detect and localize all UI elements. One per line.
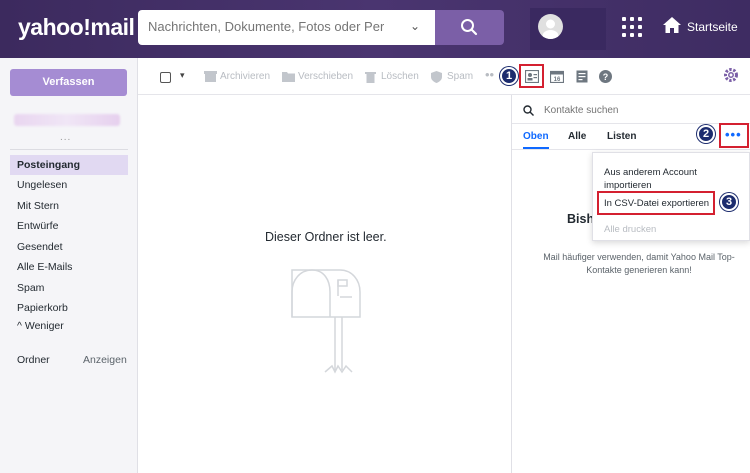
search-button[interactable] bbox=[435, 10, 504, 45]
compose-button[interactable]: Verfassen bbox=[10, 69, 127, 96]
folder-inbox[interactable]: Posteingang bbox=[10, 155, 128, 175]
message-toolbar: ▾ Archivieren Verschieben Löschen Spam •… bbox=[138, 58, 750, 95]
svg-text:16: 16 bbox=[554, 77, 561, 83]
empty-folder-message: Dieser Ordner ist leer. bbox=[265, 230, 387, 244]
home-link[interactable]: Startseite bbox=[687, 20, 738, 34]
tab-all[interactable]: Alle bbox=[568, 131, 586, 142]
contacts-empty-info: Mail häufiger verwenden, damit Yahoo Mai… bbox=[543, 252, 735, 275]
calendar-icon[interactable]: 16 bbox=[550, 70, 564, 83]
search-icon bbox=[461, 19, 478, 36]
gear-icon[interactable] bbox=[723, 67, 739, 83]
mailbox-illustration-icon bbox=[291, 269, 361, 374]
search-input[interactable] bbox=[148, 19, 384, 34]
folder-drafts[interactable]: Entwürfe bbox=[10, 216, 128, 236]
folder-sent[interactable]: Gesendet bbox=[10, 237, 128, 257]
menu-item-import[interactable]: Aus anderem Account importieren bbox=[604, 166, 734, 192]
help-icon[interactable]: ? bbox=[599, 70, 612, 83]
archive-icon bbox=[204, 71, 217, 82]
folder-unread[interactable]: Ungelesen bbox=[10, 175, 128, 195]
highlight-box-export bbox=[597, 191, 715, 215]
folders-show-link[interactable]: Anzeigen bbox=[83, 354, 127, 366]
account-more-dots[interactable]: ... bbox=[60, 132, 71, 143]
folders-heading: Ordner bbox=[17, 354, 50, 366]
profile-area[interactable] bbox=[530, 8, 606, 50]
show-less-toggle[interactable]: ^ Weniger bbox=[17, 320, 64, 332]
divider bbox=[512, 123, 750, 124]
notepad-icon[interactable] bbox=[576, 70, 588, 83]
step-badge-2: 2 bbox=[697, 125, 715, 143]
menu-item-print-all: Alle drucken bbox=[604, 224, 657, 235]
chevron-down-icon[interactable]: ⌄ bbox=[410, 19, 420, 33]
folder-starred[interactable]: Mit Stern bbox=[10, 196, 128, 216]
divider bbox=[512, 149, 750, 150]
yahoo-mail-logo[interactable]: yahoo!mail bbox=[18, 14, 135, 41]
search-icon bbox=[523, 105, 534, 116]
apps-grid-icon[interactable] bbox=[622, 17, 642, 37]
account-name-blurred[interactable] bbox=[14, 114, 120, 126]
select-all-checkbox[interactable] bbox=[160, 72, 171, 83]
folder-sidebar: Verfassen ... Posteingang Ungelesen Mit … bbox=[0, 58, 138, 473]
highlight-box-more bbox=[719, 123, 749, 148]
folder-all-mail[interactable]: Alle E-Mails bbox=[10, 257, 128, 277]
divider bbox=[10, 149, 128, 150]
avatar[interactable] bbox=[538, 14, 563, 39]
step-badge-3: 3 bbox=[720, 193, 738, 211]
home-icon[interactable] bbox=[662, 15, 682, 35]
more-actions-icon[interactable]: •• bbox=[485, 67, 494, 82]
step-badge-1: 1 bbox=[500, 67, 518, 85]
svg-text:?: ? bbox=[603, 72, 609, 82]
folder-move-icon bbox=[282, 72, 295, 82]
folder-spam[interactable]: Spam bbox=[10, 278, 128, 298]
trash-icon bbox=[365, 72, 376, 83]
search-box[interactable]: ⌄ bbox=[138, 10, 435, 45]
highlight-box-contacts bbox=[519, 64, 544, 88]
top-header: yahoo!mail ⌄ Startseite bbox=[0, 0, 750, 58]
chevron-down-icon[interactable]: ▾ bbox=[180, 70, 185, 81]
contacts-search-input[interactable] bbox=[544, 105, 724, 116]
tab-lists[interactable]: Listen bbox=[607, 131, 636, 142]
shield-icon bbox=[431, 71, 442, 83]
folder-trash[interactable]: Papierkorb bbox=[10, 298, 128, 318]
tab-top[interactable]: Oben bbox=[523, 131, 549, 142]
